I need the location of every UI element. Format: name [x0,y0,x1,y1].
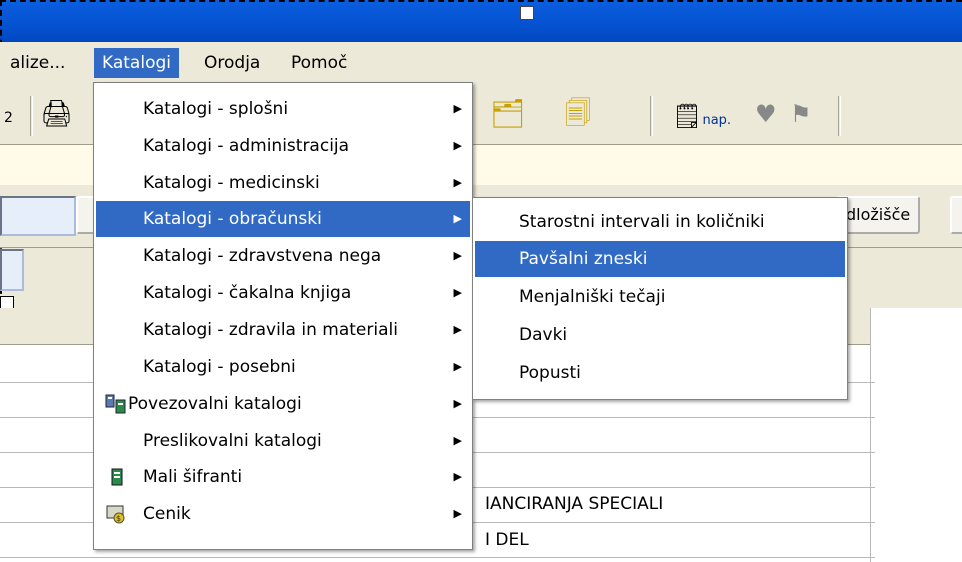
price-list-icon: $ [104,501,130,527]
submenu-arrow-icon: ▶ [453,102,462,115]
menu-item-katalogi-cakalna-knjiga[interactable]: Katalogi - čakalna knjiga ▶ [96,275,470,311]
menu-item-povezovalni-katalogi[interactable]: Povezovalni katalogi ▶ [96,386,470,422]
menu-item-label: Cenik [143,504,191,524]
menu-item-katalogi-administracija[interactable]: Katalogi - administracija ▶ [96,128,470,164]
toolbar-partial-icon[interactable]: 2 [4,98,13,138]
menu-item-katalogi-zdravila[interactable]: Katalogi - zdravila in materiali ▶ [96,312,470,348]
menu-item-label: Povezovalni katalogi [128,394,302,414]
obracunski-submenu: Starostni intervali in količniki Pavšaln… [472,197,848,400]
menu-pomoc[interactable]: Pomoč [283,48,355,78]
toolbar-separator [650,96,653,136]
disabled-icon: ♥ [755,100,777,128]
toolbar-separator [30,96,33,136]
menu-analize[interactable]: alize... [2,48,73,78]
linked-catalogs-icon [104,391,130,417]
menu-item-preslikovalni-katalogi[interactable]: Preslikovalni katalogi ▶ [96,423,470,459]
menu-item-label: Katalogi - obračunski [143,209,322,229]
menu-item-label: Pavšalni zneski [519,249,648,269]
menu-item-label: Davki [519,325,568,345]
notes-icon: 🗒 [672,102,703,130]
notes-button[interactable]: 🗒nap. [672,98,731,134]
notes-label: nap. [702,113,732,128]
menu-item-katalogi-splosni[interactable]: Katalogi - splošni ▶ [96,91,470,127]
menu-item-katalogi-posebni[interactable]: Katalogi - posebni ▶ [96,349,470,385]
menu-item-label: Katalogi - čakalna knjiga [143,283,352,303]
menu-item-menjalniski-tecaji[interactable]: Menjalniški tečaji [475,279,845,315]
menu-item-davki[interactable]: Davki [475,317,845,353]
table-col-border [870,308,871,562]
small-codes-icon [104,464,130,490]
menu-item-label: Mali šifranti [143,467,243,487]
documents-icon[interactable]: 🗐 [565,94,591,134]
menu-orodja[interactable]: Orodja [196,48,268,78]
menu-item-katalogi-zdravstvena-nega[interactable]: Katalogi - zdravstvena nega ▶ [96,238,470,274]
window-titlebar[interactable] [0,0,962,42]
menu-item-label: Katalogi - zdravila in materiali [143,320,398,340]
menu-item-label: Menjalniški tečaji [519,287,666,307]
menu-item-label: Katalogi - medicinski [143,173,320,193]
submenu-arrow-icon: ▶ [453,176,462,189]
menu-item-label: Katalogi - zdravstvena nega [143,246,382,266]
submenu-arrow-icon: ▶ [453,397,462,410]
menu-item-katalogi-obracunski[interactable]: Katalogi - obračunski ▶ [96,201,470,237]
submenu-arrow-icon: ▶ [453,360,462,373]
menu-item-label: Katalogi - splošni [143,99,289,119]
svg-text:$: $ [116,514,121,523]
table-cell-text: I DEL [485,530,529,550]
menu-item-label: Katalogi - posebni [143,357,296,377]
submenu-arrow-icon: ▶ [453,470,462,483]
toolbar-separator [838,96,841,136]
katalogi-dropdown: Katalogi - splošni ▶ Katalogi - administ… [93,82,473,550]
submenu-arrow-icon: ▶ [453,212,462,225]
print-icon[interactable]: 🖨 [40,94,73,134]
search-folder-icon[interactable]: 🗂 [490,94,526,134]
menu-item-popusti[interactable]: Popusti [475,355,845,391]
table-cell-text: IANCIRANJA SPECIALI [485,494,664,514]
menu-item-label: Popusti [519,363,581,383]
selection-border-top [0,0,962,2]
menu-item-katalogi-medicinski[interactable]: Katalogi - medicinski ▶ [96,165,470,201]
menu-item-pavsalni-zneski[interactable]: Pavšalni zneski [475,241,845,277]
menu-item-label: Starostni intervali in količniki [519,212,765,232]
submenu-arrow-icon: ▶ [453,323,462,336]
menu-item-cenik[interactable]: $ Cenik ▶ [96,496,470,532]
disabled-flag-icon: ⚑ [790,100,812,128]
small-field[interactable] [0,249,24,291]
filter-field[interactable] [0,196,76,236]
extra-button[interactable] [950,196,962,234]
menu-item-starostni-intervali[interactable]: Starostni intervali in količniki [475,204,845,240]
menu-item-mali-sifranti[interactable]: Mali šifranti ▶ [96,459,470,495]
submenu-arrow-icon: ▶ [453,507,462,520]
submenu-arrow-icon: ▶ [453,139,462,152]
table-row [0,557,875,558]
resize-handle[interactable] [520,6,534,20]
submenu-arrow-icon: ▶ [453,249,462,262]
odlozisce-button[interactable]: dložišče [836,196,921,234]
menu-katalogi[interactable]: Katalogi [94,48,179,78]
menu-item-label: Katalogi - administracija [143,136,350,156]
submenu-arrow-icon: ▶ [453,286,462,299]
menu-item-label: Preslikovalni katalogi [143,431,322,451]
submenu-arrow-icon: ▶ [453,434,462,447]
